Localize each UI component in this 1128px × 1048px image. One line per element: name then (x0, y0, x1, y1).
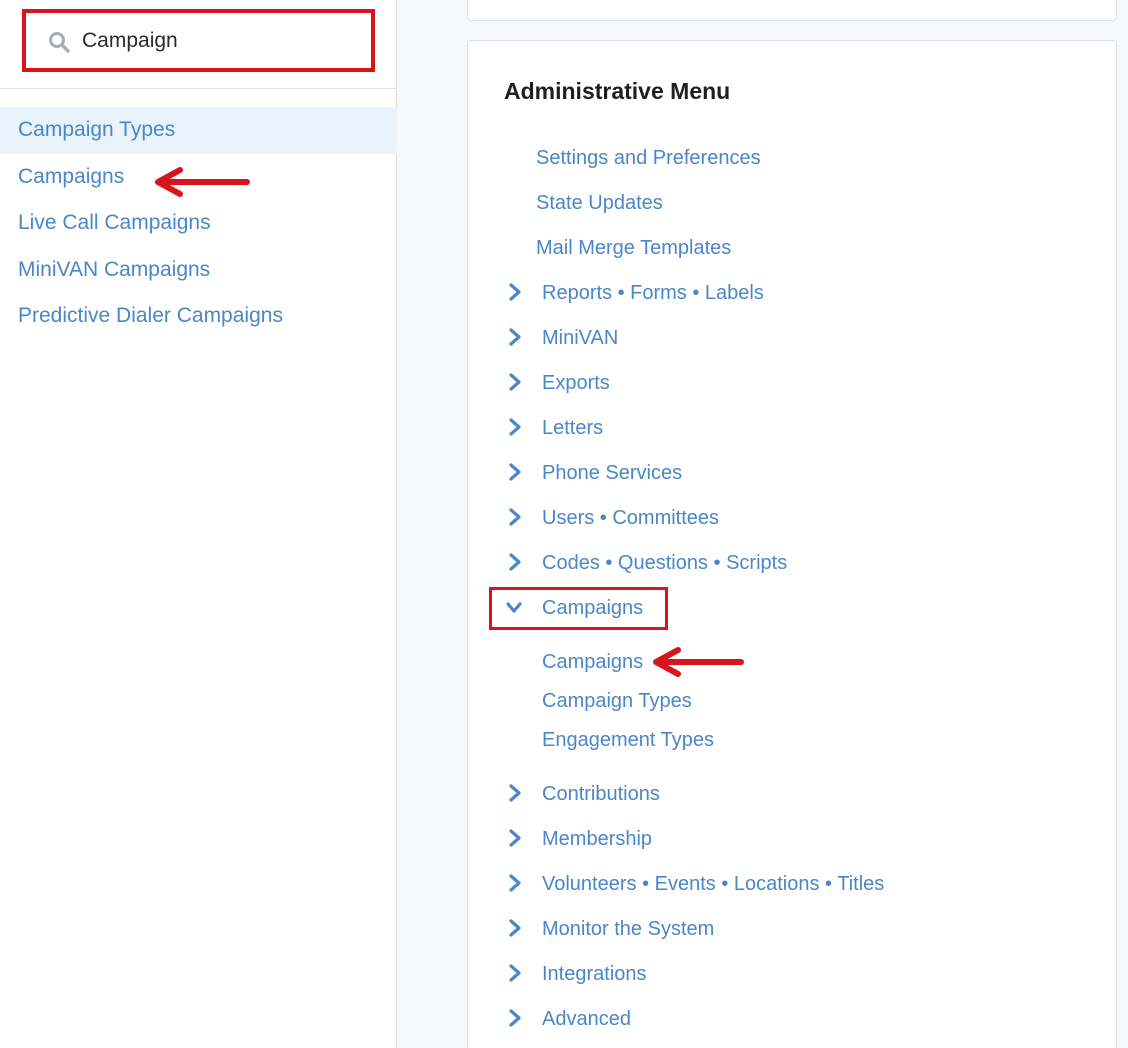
section-reports-forms-labels[interactable]: Reports • Forms • Labels (542, 282, 764, 305)
search-box-highlight (22, 9, 375, 72)
section-codes-questions-scripts[interactable]: Codes • Questions • Scripts (542, 552, 787, 575)
section-membership[interactable]: Membership (542, 828, 652, 851)
chevron-right-icon[interactable] (507, 919, 523, 937)
chevron-right-icon[interactable] (507, 784, 523, 802)
admin-menu-title: Administrative Menu (504, 78, 731, 104)
chevron-right-icon[interactable] (507, 328, 523, 346)
chevron-right-icon[interactable] (507, 964, 523, 982)
chevron-right-icon[interactable] (507, 283, 523, 301)
link-state-updates[interactable]: State Updates (536, 192, 663, 215)
section-letters[interactable]: Letters (542, 417, 603, 440)
search-input[interactable] (82, 25, 352, 57)
search-area (0, 0, 397, 89)
red-arrow-icon (653, 647, 744, 677)
sidebar: Campaign Types Campaigns Live Call Campa… (0, 0, 397, 1048)
result-campaign-types[interactable]: Campaign Types (0, 107, 397, 154)
section-users-committees[interactable]: Users • Committees (542, 507, 719, 530)
section-phone-services[interactable]: Phone Services (542, 462, 682, 485)
chevron-right-icon[interactable] (507, 1009, 523, 1027)
top-card (467, 0, 1117, 21)
chevron-right-icon[interactable] (507, 829, 523, 847)
sublink-campaigns[interactable]: Campaigns (542, 651, 643, 674)
link-settings-and-preferences[interactable]: Settings and Preferences (536, 147, 761, 170)
section-exports[interactable]: Exports (542, 372, 610, 395)
search-icon (49, 32, 70, 53)
result-predictive-dialer-campaigns[interactable]: Predictive Dialer Campaigns (0, 293, 397, 340)
chevron-right-icon[interactable] (507, 508, 523, 526)
section-integrations[interactable]: Integrations (542, 963, 647, 986)
sublink-campaign-types[interactable]: Campaign Types (542, 690, 692, 713)
chevron-right-icon[interactable] (507, 418, 523, 436)
link-mail-merge-templates[interactable]: Mail Merge Templates (536, 237, 731, 260)
section-campaigns[interactable]: Campaigns (542, 597, 643, 620)
result-live-call-campaigns[interactable]: Live Call Campaigns (0, 200, 397, 247)
result-minivan-campaigns[interactable]: MiniVAN Campaigns (0, 247, 397, 294)
chevron-down-icon[interactable] (506, 599, 522, 617)
chevron-right-icon[interactable] (507, 553, 523, 571)
chevron-right-icon[interactable] (507, 874, 523, 892)
chevron-right-icon[interactable] (507, 463, 523, 481)
chevron-right-icon[interactable] (507, 373, 523, 391)
section-contributions[interactable]: Contributions (542, 783, 660, 806)
section-monitor-the-system[interactable]: Monitor the System (542, 918, 714, 941)
search-results: Campaign Types Campaigns Live Call Campa… (0, 107, 397, 340)
red-arrow-icon (155, 167, 250, 197)
section-volunteers-events-locations-titles[interactable]: Volunteers • Events • Locations • Titles (542, 873, 884, 896)
sublink-engagement-types[interactable]: Engagement Types (542, 729, 714, 752)
section-minivan[interactable]: MiniVAN (542, 327, 618, 350)
section-advanced[interactable]: Advanced (542, 1008, 631, 1031)
